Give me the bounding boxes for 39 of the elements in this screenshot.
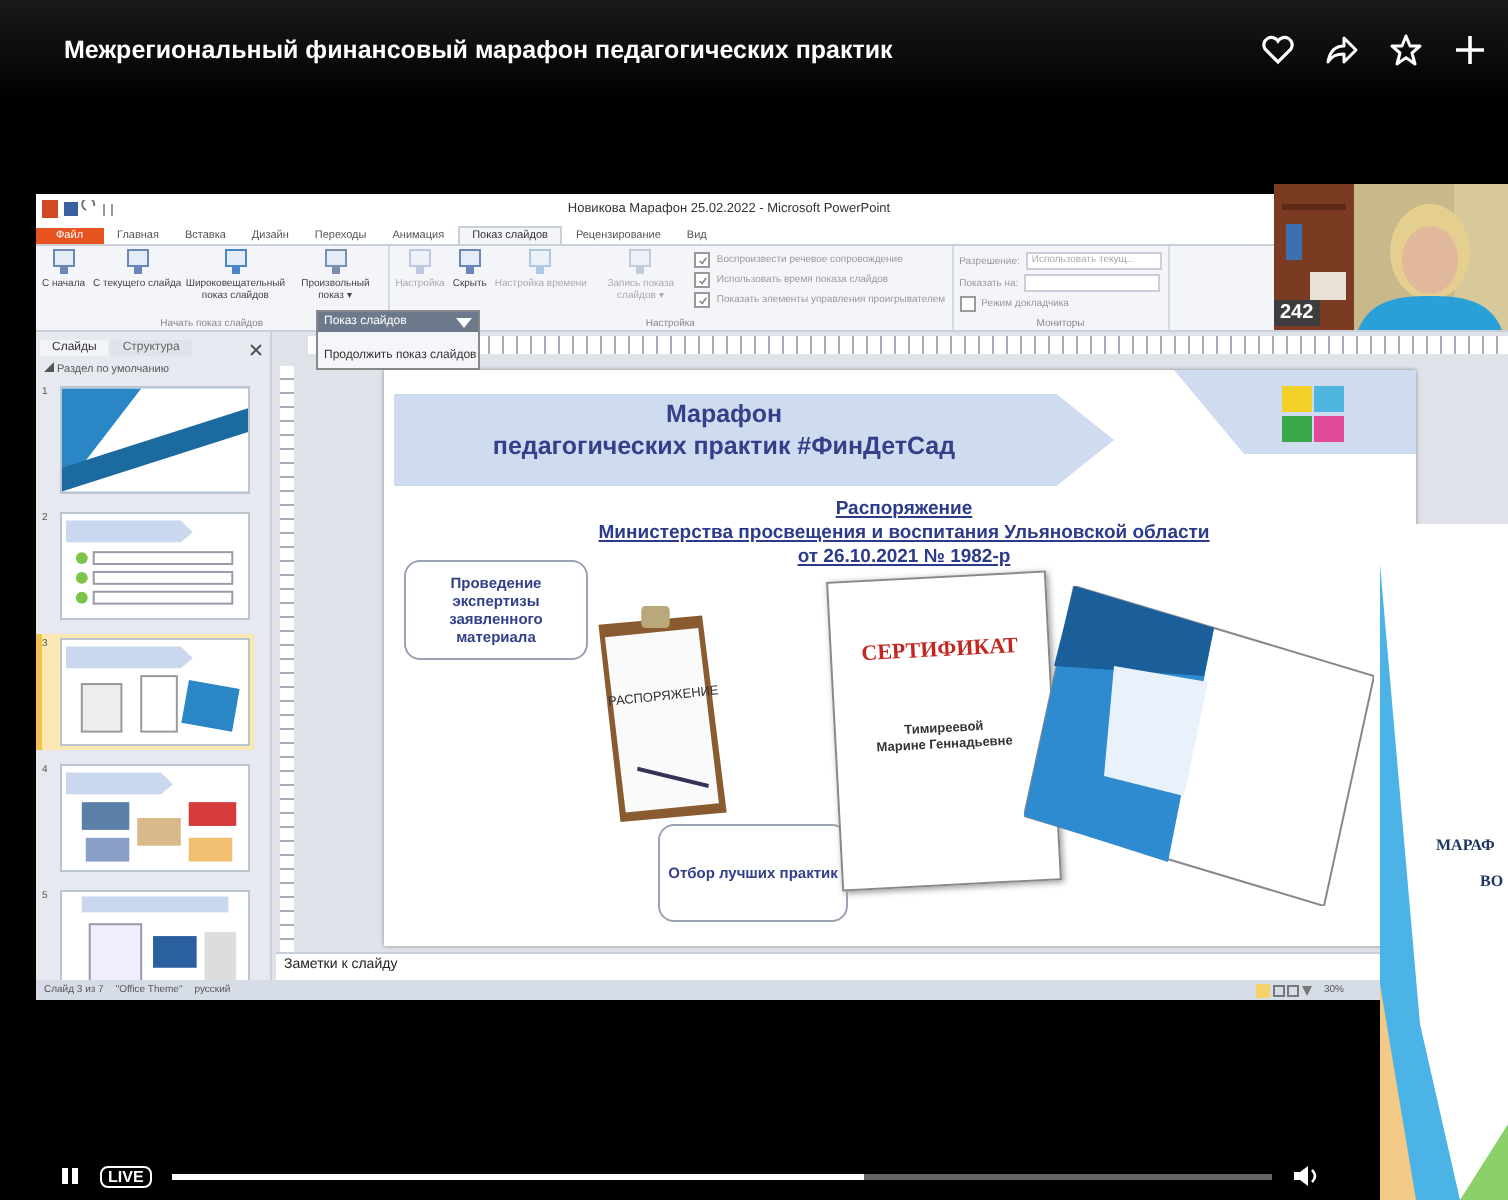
- slide-title-fragment: МАРАФ: [1436, 836, 1495, 854]
- dropdown-field[interactable]: [1024, 274, 1161, 292]
- checkbox[interactable]: [694, 272, 711, 288]
- screen-icon: [455, 248, 484, 276]
- dropdown-icon[interactable]: [456, 317, 472, 327]
- checkbox[interactable]: [694, 252, 711, 268]
- add-icon[interactable]: [1452, 32, 1488, 68]
- slide-thumbnail[interactable]: [59, 890, 250, 980]
- screen-icon: [49, 248, 78, 276]
- screen-icon: [526, 248, 555, 276]
- screen-icon: [321, 248, 350, 276]
- screen-icon: [626, 248, 655, 276]
- puzzle-logo-icon: [1280, 380, 1348, 448]
- view-buttons-icon[interactable]: [1255, 983, 1312, 997]
- checkbox[interactable]: [959, 296, 976, 312]
- screen-icon: [221, 248, 250, 276]
- collapse-icon[interactable]: [44, 362, 54, 372]
- slide-thumbnail[interactable]: [59, 512, 250, 620]
- share-icon[interactable]: [1324, 32, 1360, 68]
- title-banner: Марафон педагогических практик #ФинДетСад: [394, 394, 1114, 486]
- slide-title-fragment: ВО: [1480, 872, 1504, 890]
- slide-thumbnail[interactable]: [59, 638, 250, 746]
- video-title: Межрегиональный финансовый марафон педагогических практик: [64, 36, 895, 64]
- participant-count: 242: [1274, 300, 1320, 326]
- pause-icon[interactable]: [60, 1166, 80, 1186]
- star-icon[interactable]: [1388, 32, 1424, 68]
- screen-icon: [406, 248, 435, 276]
- order-heading-line: от 26.10.2021 № 1982-р: [795, 545, 1013, 570]
- order-heading-line: Распоряжение: [833, 498, 975, 522]
- heart-icon[interactable]: [1260, 32, 1296, 68]
- screen-icon: [123, 248, 152, 276]
- certificate-title: СЕРТИФИКАТ: [860, 634, 1019, 667]
- progress-bar[interactable]: [171, 1173, 1272, 1179]
- order-heading-line: Министерства просвещения и воспитания Ульяновской области: [596, 521, 1212, 546]
- slide-thumbnail[interactable]: [59, 764, 250, 872]
- checkbox[interactable]: [694, 292, 711, 308]
- live-badge[interactable]: LIVE: [100, 1165, 152, 1187]
- close-icon[interactable]: [250, 344, 262, 356]
- slide-thumbnail[interactable]: [59, 386, 250, 494]
